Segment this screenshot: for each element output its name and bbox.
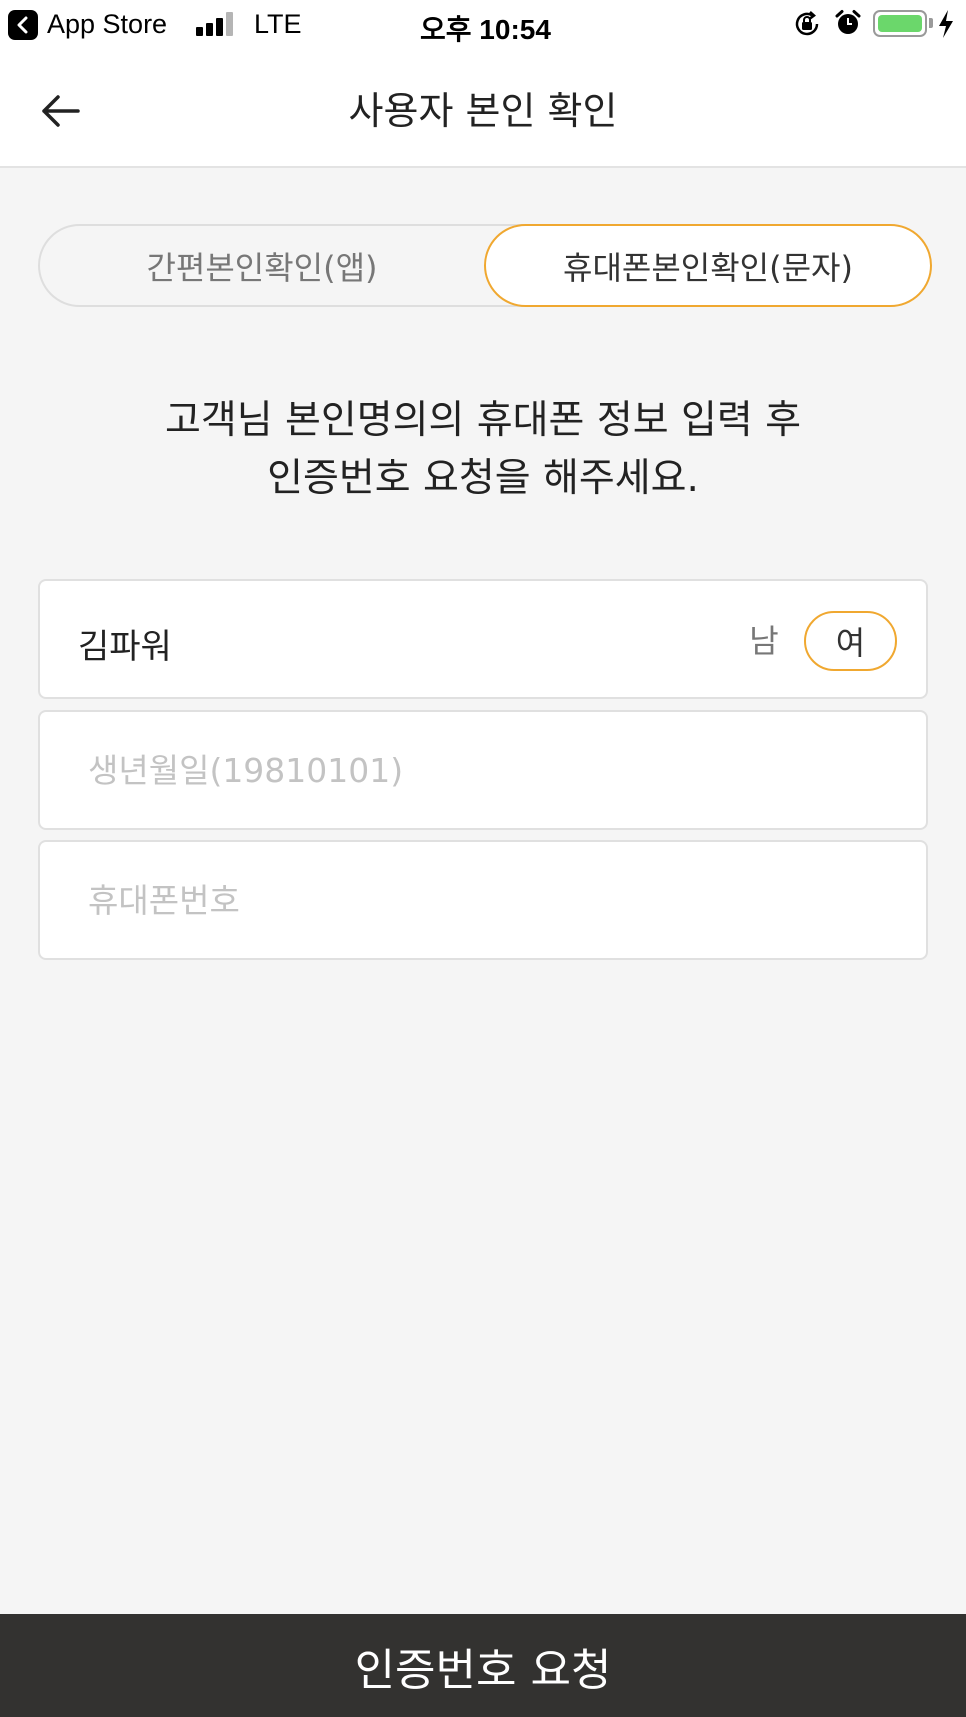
verification-method-tabs: 간편본인확인(앱) 휴대폰본인확인(문자) bbox=[38, 224, 932, 307]
page-title: 사용자 본인 확인 bbox=[348, 89, 618, 133]
birthdate-input[interactable] bbox=[88, 738, 888, 802]
status-bar: App Store LTE 오후 10:54 bbox=[0, 0, 966, 50]
instruction-text: 고객님 본인명의의 휴대폰 정보 입력 후 인증번호 요청을 해주세요. bbox=[0, 392, 966, 508]
battery-icon bbox=[873, 10, 927, 37]
birthdate-field bbox=[38, 710, 928, 830]
alarm-icon bbox=[835, 10, 861, 34]
request-auth-code-button[interactable]: 인증번호 요청 bbox=[0, 1614, 966, 1717]
name-gender-field: 김파워 남 여 bbox=[38, 579, 928, 699]
clock: 오후 10:54 bbox=[420, 14, 551, 45]
signal-icon bbox=[196, 12, 236, 36]
back-to-app-icon[interactable] bbox=[8, 10, 38, 40]
phone-number-input[interactable] bbox=[88, 868, 888, 932]
rotation-lock-icon bbox=[795, 11, 819, 36]
back-app-label[interactable]: App Store bbox=[47, 9, 167, 40]
phone-field bbox=[38, 840, 928, 960]
name-value: 김파워 bbox=[78, 627, 172, 667]
charging-icon bbox=[939, 10, 953, 38]
tab-simple-auth-app[interactable]: 간편본인확인(앱) bbox=[40, 226, 484, 305]
network-type: LTE bbox=[254, 9, 302, 39]
tab-phone-auth-sms[interactable]: 휴대폰본인확인(문자) bbox=[484, 224, 932, 307]
nav-bar: 사용자 본인 확인 bbox=[0, 50, 966, 168]
instruction-line-1: 고객님 본인명의의 휴대폰 정보 입력 후 bbox=[164, 398, 802, 443]
battery-tip bbox=[929, 18, 933, 28]
gender-female-option[interactable]: 여 bbox=[804, 611, 897, 671]
instruction-line-2: 인증번호 요청을 해주세요. bbox=[267, 456, 699, 501]
gender-male-option[interactable]: 남 bbox=[734, 611, 794, 667]
